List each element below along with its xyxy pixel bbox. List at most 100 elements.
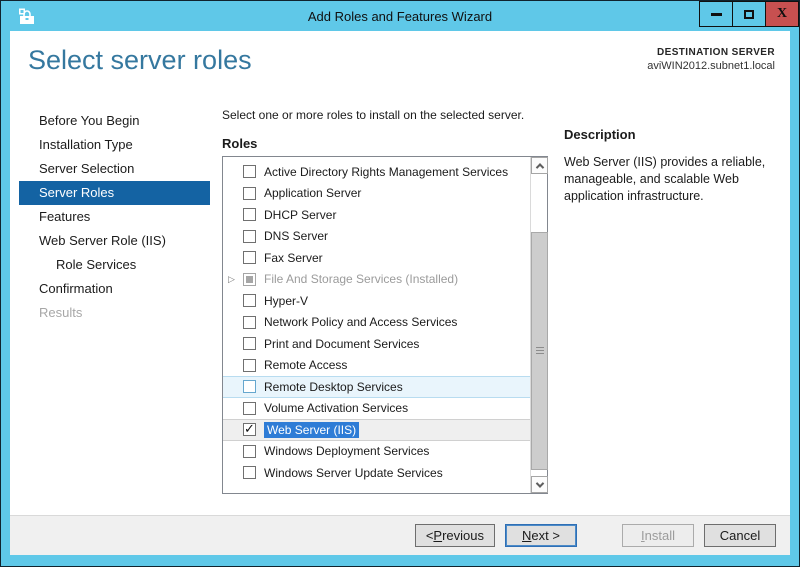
description-text: Web Server (IIS) provides a reliable, ma… <box>564 155 766 203</box>
role-checkbox[interactable] <box>243 186 256 200</box>
role-label: Remote Desktop Services <box>264 379 403 394</box>
minimize-icon <box>710 12 722 16</box>
maximize-button[interactable] <box>732 1 766 27</box>
previous-button[interactable]: < Previous <box>414 524 495 547</box>
role-label: File And Storage Services (Installed) <box>264 272 459 287</box>
role-checkbox[interactable] <box>243 466 256 480</box>
role-row-print-and-document-services[interactable]: ▷ Print and Document Services <box>223 333 530 355</box>
footer-buttons: < Previous Next > Install Cancel <box>405 524 776 547</box>
close-icon: X <box>776 6 788 21</box>
roles-listbox: ▷ Active Directory Rights Management Ser… <box>222 156 548 494</box>
role-row-hyper-v[interactable]: ▷ Hyper-V <box>223 290 530 312</box>
nav-item-server-selection[interactable]: Server Selection <box>19 157 210 181</box>
minimize-button[interactable] <box>699 1 733 27</box>
role-row-dns-server[interactable]: ▷ DNS Server <box>223 226 530 248</box>
role-label: Print and Document Services <box>264 336 420 351</box>
nav-item-label: Installation Type <box>39 137 133 152</box>
nav-item-label: Role Services <box>56 257 137 272</box>
instruction-text: Select one or more roles to install on t… <box>222 108 525 122</box>
nav-item-label: Web Server Role (IIS) <box>39 233 166 248</box>
nav-item-confirmation[interactable]: Confirmation <box>19 277 210 301</box>
nav-item-role-services[interactable]: Role Services <box>19 253 210 277</box>
nav-item-label: Before You Begin <box>39 113 140 128</box>
role-row-network-policy-and-access-services[interactable]: ▷ Network Policy and Access Services <box>223 312 530 334</box>
nav-item-server-roles[interactable]: Server Roles <box>19 181 210 205</box>
role-checkbox[interactable] <box>243 337 256 351</box>
wizard-body: Select server roles DESTINATION SERVER a… <box>10 31 790 555</box>
role-row-file-and-storage-services-installed[interactable]: ▷ File And Storage Services (Installed) <box>223 269 530 291</box>
roles-list-label: Roles <box>222 136 258 151</box>
role-label: Active Directory Rights Management Servi… <box>264 164 509 179</box>
scroll-down-button[interactable] <box>531 476 548 493</box>
chevron-up-icon <box>535 162 544 172</box>
role-row-remote-access[interactable]: ▷ Remote Access <box>223 355 530 377</box>
role-checkbox[interactable] <box>243 401 256 415</box>
role-checkbox[interactable] <box>243 208 256 222</box>
role-row-windows-deployment-services[interactable]: ▷ Windows Deployment Services <box>223 441 530 463</box>
role-checkbox[interactable] <box>243 229 256 243</box>
nav-item-before-you-begin[interactable]: Before You Begin <box>19 109 210 133</box>
cancel-button[interactable]: Cancel <box>704 524 776 547</box>
role-label: Windows Deployment Services <box>264 444 430 459</box>
role-label: Web Server (IIS) <box>264 421 360 438</box>
scroll-up-button[interactable] <box>531 157 548 174</box>
role-checkbox[interactable] <box>243 358 256 372</box>
maximize-icon <box>744 9 754 19</box>
window-title: Add Roles and Features Wizard <box>307 8 493 24</box>
role-checkbox[interactable]: ✓ <box>243 421 256 437</box>
nav-item-label: Confirmation <box>39 281 113 296</box>
chevron-down-icon <box>535 478 544 488</box>
description-panel: Description Web Server (IIS) provides a … <box>564 99 792 515</box>
nav-item-label: Server Selection <box>39 161 135 176</box>
role-row-volume-activation-services[interactable]: ▷ Volume Activation Services <box>223 398 530 420</box>
nav-item-label: Features <box>39 209 91 224</box>
wizard-main: Before You Begin Installation Type Server … <box>10 99 790 515</box>
description-heading: Description <box>564 127 636 142</box>
checkmark-icon <box>246 275 253 283</box>
title-bar: Add Roles and Features Wizard X <box>10 1 799 31</box>
close-button[interactable]: X <box>765 1 799 27</box>
role-label: DNS Server <box>264 229 329 244</box>
nav-item-label: Results <box>39 305 83 320</box>
role-checkbox[interactable] <box>243 444 256 458</box>
role-row-fax-server[interactable]: ▷ Fax Server <box>223 247 530 269</box>
role-checkbox[interactable] <box>243 272 256 286</box>
roles-scrollbar[interactable] <box>530 157 548 493</box>
role-row-dhcp-server[interactable]: ▷ DHCP Server <box>223 204 530 226</box>
role-row-web-server-iis[interactable]: ▷ ✓ Web Server (IIS) <box>223 419 530 441</box>
role-row-active-directory-rights-management-services[interactable]: ▷ Active Directory Rights Management Ser… <box>223 161 530 183</box>
next-button[interactable]: Next > <box>505 524 577 547</box>
destination-server-block: DESTINATION SERVER aviWIN2012.subnet1.lo… <box>647 47 775 72</box>
destination-server-label: DESTINATION SERVER <box>657 47 775 58</box>
role-label: Application Server <box>264 186 362 201</box>
role-checkbox[interactable] <box>243 294 256 308</box>
wizard-nav: Before You Begin Installation Type Server … <box>19 99 210 515</box>
install-button: Install <box>622 524 694 547</box>
role-row-windows-server-update-services[interactable]: ▷ Windows Server Update Services <box>223 462 530 484</box>
role-checkbox[interactable] <box>243 251 256 265</box>
nav-item-features[interactable]: Features <box>19 205 210 229</box>
scrollbar-thumb[interactable] <box>531 232 548 470</box>
roles-pane: Select one or more roles to install on t… <box>222 99 548 515</box>
nav-item-installation-type[interactable]: Installation Type <box>19 133 210 157</box>
role-label: DHCP Server <box>264 207 337 222</box>
role-label: Network Policy and Access Services <box>264 315 458 330</box>
nav-item-label: Server Roles <box>39 185 115 200</box>
role-label: Fax Server <box>264 250 323 265</box>
expander-icon[interactable]: ▷ <box>228 274 243 284</box>
window-controls: X <box>699 1 799 27</box>
roles-list: ▷ Active Directory Rights Management Ser… <box>223 157 530 493</box>
role-checkbox[interactable] <box>243 380 256 394</box>
checkmark-icon: ✓ <box>244 421 255 437</box>
page-title: Select server roles <box>28 45 252 75</box>
nav-item-web-server-role-iis[interactable]: Web Server Role (IIS) <box>19 229 210 253</box>
role-row-remote-desktop-services[interactable]: ▷ Remote Desktop Services <box>223 376 530 398</box>
role-row-application-server[interactable]: ▷ Application Server <box>223 183 530 205</box>
role-label: Hyper-V <box>264 293 309 308</box>
nav-item-results: Results <box>19 301 210 325</box>
role-checkbox[interactable] <box>243 315 256 329</box>
wizard-footer: < Previous Next > Install Cancel <box>10 515 790 555</box>
destination-server-name: aviWIN2012.subnet1.local <box>647 60 775 72</box>
wizard-window: Add Roles and Features Wizard X Select s… <box>0 0 800 567</box>
role-checkbox[interactable] <box>243 165 256 179</box>
